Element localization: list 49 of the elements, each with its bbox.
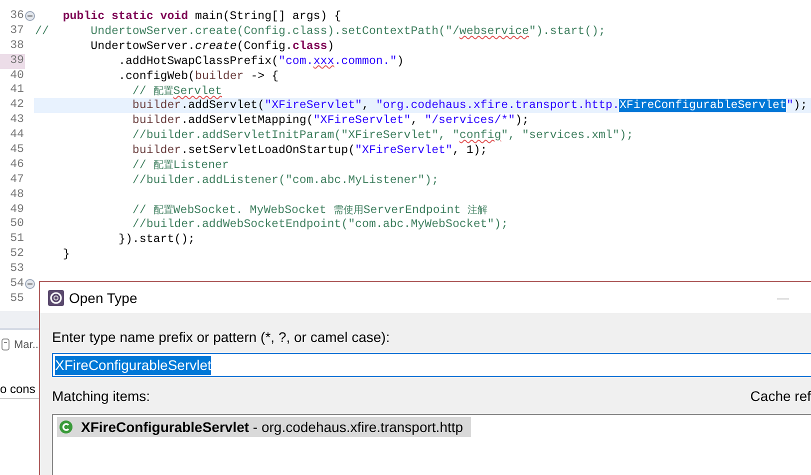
- code-line: // 配置WebSocket. MyWebSocket 需使用ServerEndpoint 注解: [131, 203, 488, 218]
- code-line: public static void main(String[] args) {: [62, 10, 342, 23]
- code-line: //builder.addListener("com.abc.MyListener");: [131, 174, 439, 187]
- line-number: 55: [9, 292, 25, 307]
- console-text: o cons: [0, 382, 36, 398]
- line-number: 45: [9, 143, 25, 158]
- type-name-field[interactable]: XFireConfigurableServlet: [52, 353, 811, 377]
- line-number: 36: [9, 9, 25, 24]
- code-line: .addHotSwapClassPrefix("com.xxx.common."): [117, 54, 404, 68]
- code-line: builder.addServlet("XFireServlet", "org.codehaus.xfire.transport.http.XFireConfigurableServlet");: [131, 99, 808, 112]
- cache-status: Cache ref: [750, 388, 811, 404]
- line-number: 44: [9, 128, 25, 144]
- line-number: 52: [9, 247, 25, 262]
- line-number: 54: [9, 277, 25, 292]
- line-number: 48: [9, 188, 25, 203]
- code-line: //builder.addServletInitParam("XFireServlet", "config", "services.xml");: [131, 129, 634, 142]
- code-line: builder.setServletLoadOnStartup("XFireServlet", 1);: [131, 144, 488, 157]
- matching-label: Matching items:: [52, 388, 150, 404]
- line-number: 43: [9, 113, 25, 128]
- line-number: 40: [9, 68, 25, 84]
- dialog-title: Open Type: [69, 290, 138, 306]
- markers-tab[interactable]: Mar..: [14, 338, 38, 351]
- code-line: // 配置Listener: [131, 158, 229, 172]
- line-number: 39: [0, 54, 25, 69]
- line-number: 38: [9, 38, 25, 54]
- class-icon: [59, 420, 73, 434]
- code-line: }: [62, 248, 70, 262]
- code-line: }).start();: [117, 233, 196, 246]
- line-number: 47: [9, 172, 25, 188]
- matching-item[interactable]: XFireConfigurableServlet - org.codehaus.xfire.transport.http: [57, 417, 472, 437]
- code-line: //builder.addWebSocketEndpoint("com.abc.MyWebSocket");: [131, 218, 508, 232]
- line-number: 53: [9, 262, 25, 278]
- line-number: 37: [9, 24, 25, 39]
- line-number: 41: [9, 83, 25, 98]
- code-line: // 配置Servlet: [131, 84, 222, 98]
- line-number: 46: [9, 158, 25, 173]
- code-line: builder.addServletMapping("XFireServlet", "/services/*");: [131, 114, 530, 128]
- code-line: UndertowServer.create(Config.class): [90, 40, 334, 53]
- collapse-icon[interactable]: [25, 11, 35, 22]
- code-line: // UndertowServer.create(Config.class).setContextPath("/webservice").start();: [35, 24, 606, 38]
- line-number: 49: [9, 202, 25, 218]
- line-number: 42: [9, 98, 25, 114]
- prompt-label: Enter type name prefix or pattern (*, ?, or camel case):: [52, 329, 391, 345]
- line-number: 50: [9, 217, 25, 232]
- gear-icon: [48, 290, 64, 306]
- line-number: 51: [9, 232, 25, 248]
- collapse-icon[interactable]: [25, 279, 35, 290]
- code-line: .configWeb(builder -> {: [117, 70, 279, 82]
- markers-icon[interactable]: [1, 338, 11, 352]
